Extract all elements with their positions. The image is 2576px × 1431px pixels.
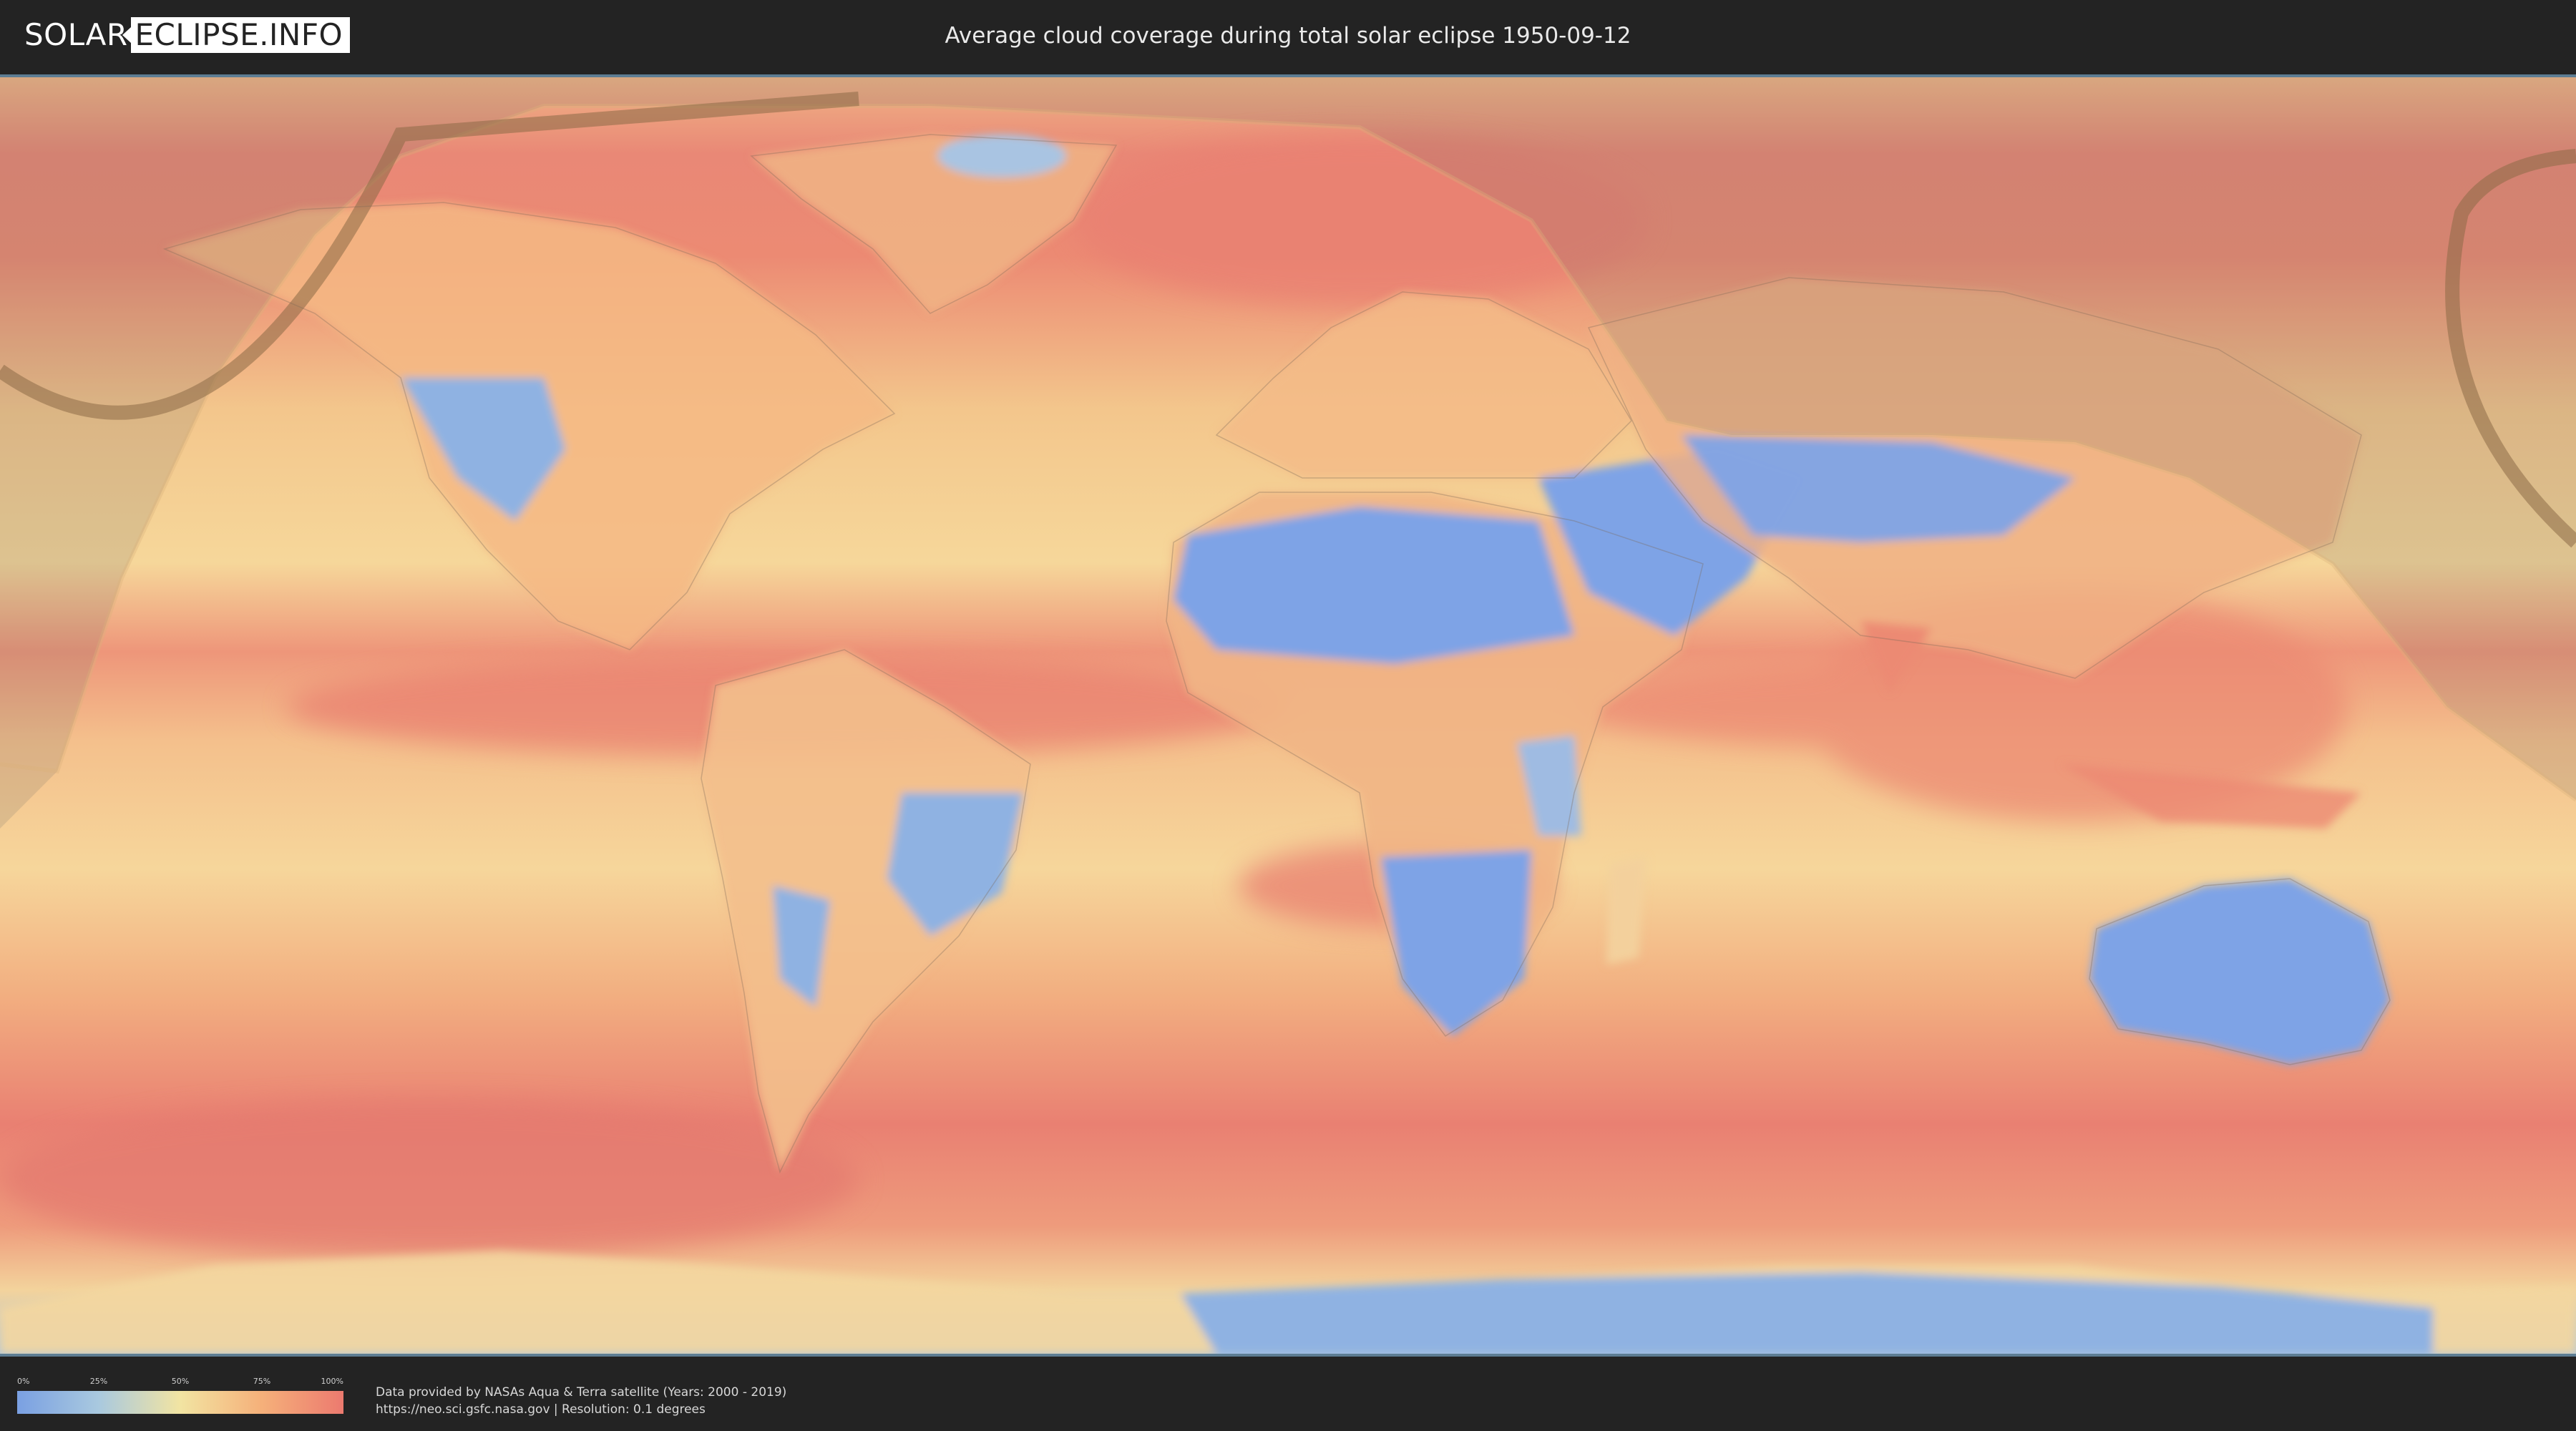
credits-url-resolution[interactable]: https://neo.sci.gsfc.nasa.gov | Resoluti… [376, 1401, 786, 1418]
legend-tick-75: 75% [253, 1377, 271, 1386]
footer-bar: 0% 25% 50% 75% 100% Data provided by NAS… [0, 1357, 2576, 1431]
legend-tick-50: 50% [171, 1377, 190, 1386]
data-credits: Data provided by NASAs Aqua & Terra sate… [376, 1384, 786, 1418]
legend-color-ramp [17, 1391, 343, 1414]
cloud-coverage-map[interactable] [0, 74, 2576, 1357]
map-canvas [0, 77, 2576, 1354]
page-title: Average cloud coverage during total sola… [945, 23, 1631, 49]
legend-ticks: 0% 25% 50% 75% 100% [17, 1377, 343, 1391]
legend-tick-0: 0% [17, 1377, 30, 1386]
header-bar: SOLAR ECLIPSE.INFO Average cloud coverag… [0, 0, 2576, 72]
credits-source: Data provided by NASAs Aqua & Terra sate… [376, 1385, 787, 1400]
cloud-coverage-legend: 0% 25% 50% 75% 100% [17, 1377, 343, 1414]
legend-tick-100: 100% [321, 1377, 343, 1386]
legend-tick-25: 25% [89, 1377, 108, 1386]
